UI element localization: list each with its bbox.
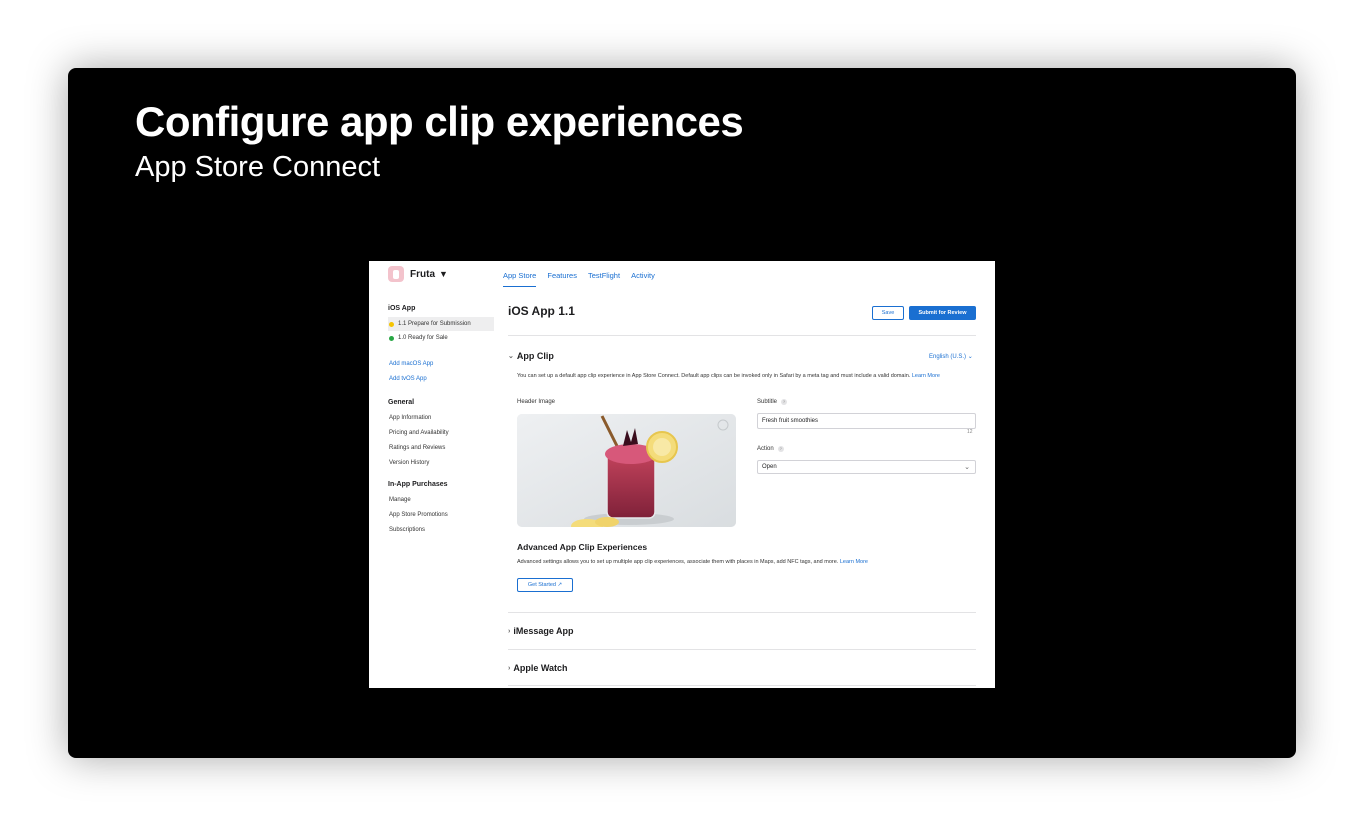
divider [508, 612, 976, 613]
help-icon[interactable]: ? [777, 446, 784, 452]
sidebar-item-pricing[interactable]: Pricing and Availability [388, 426, 494, 441]
section-header-apple-watch[interactable]: › Apple Watch [508, 663, 568, 673]
action-label-text: Action [757, 446, 774, 452]
chevron-down-icon: ⌄ [967, 354, 973, 360]
status-check-icon [389, 335, 394, 341]
subtitle-value: Fresh fruit smoothies [762, 418, 819, 424]
get-started-button[interactable]: Get Started ↗ [517, 578, 573, 592]
sidebar-item-ratings[interactable]: Ratings and Reviews [388, 441, 494, 456]
submit-for-review-button[interactable]: Submit for Review [909, 306, 976, 320]
description-text: You can set up a default app clip experi… [517, 373, 911, 379]
add-macos-app-link[interactable]: Add macOS App [388, 357, 494, 372]
sidebar-heading-iap: In-App Purchases [388, 481, 448, 488]
sidebar-heading-general: General [388, 399, 415, 406]
chevron-down-icon: ⌄ [964, 464, 970, 471]
action-select[interactable]: Open ⌄ [757, 460, 976, 474]
learn-more-link[interactable]: Learn More [912, 373, 940, 379]
sidebar-version-label: 1.1 Prepare for Submission [398, 321, 471, 327]
section-title: Apple Watch [513, 663, 568, 673]
sidebar-item-promotions[interactable]: App Store Promotions [388, 508, 494, 523]
advanced-section-title: Advanced App Clip Experiences [517, 542, 648, 552]
app-switcher[interactable]: Fruta ▼ [388, 266, 448, 282]
app-store-connect-screenshot: Fruta ▼ App Store Features TestFlight Ac… [369, 261, 995, 688]
advanced-description: Advanced settings allows you to set up m… [517, 559, 868, 565]
character-counter: 12 [967, 429, 973, 435]
tab-testflight[interactable]: TestFlight [588, 271, 620, 287]
sidebar-heading-ios: iOS App [388, 305, 416, 312]
divider [508, 649, 976, 650]
subtitle-label: Subtitle? [757, 399, 788, 405]
top-navigation: Fruta ▼ App Store Features TestFlight Ac… [369, 261, 995, 289]
app-name: Fruta [410, 268, 435, 280]
sidebar-item-manage[interactable]: Manage [388, 493, 494, 508]
divider [508, 335, 976, 336]
status-dot-icon [389, 321, 394, 327]
sidebar: iOS App 1.1 Prepare for Submission 1.0 R… [388, 305, 494, 538]
page-title: iOS App 1.1 [508, 304, 575, 318]
slide-subtitle: App Store Connect [135, 151, 381, 183]
save-button[interactable]: Save [872, 306, 904, 320]
action-value: Open [762, 464, 777, 470]
tab-bar: App Store Features TestFlight Activity [503, 271, 655, 287]
language-selector[interactable]: English (U.S.) ⌄ [929, 353, 973, 360]
section-header-app-clip[interactable]: ⌄ App Clip [508, 351, 554, 361]
learn-more-link[interactable]: Learn More [840, 559, 868, 565]
fruta-app-icon [388, 266, 404, 282]
advanced-description-text: Advanced settings allows you to set up m… [517, 559, 839, 565]
header-image-label: Header Image [517, 399, 556, 405]
section-header-imessage[interactable]: › iMessage App [508, 626, 574, 636]
help-icon[interactable]: ? [781, 399, 788, 405]
action-label: Action? [757, 446, 784, 452]
tab-activity[interactable]: Activity [631, 271, 655, 287]
chevron-right-icon: › [508, 627, 511, 635]
section-title: iMessage App [513, 626, 574, 636]
sidebar-item-subscriptions[interactable]: Subscriptions [388, 523, 494, 538]
app-clip-description: You can set up a default app clip experi… [517, 372, 977, 381]
section-title: App Clip [516, 351, 554, 361]
header-image[interactable] [517, 414, 736, 527]
divider [508, 685, 976, 686]
subtitle-label-text: Subtitle [757, 399, 778, 405]
sidebar-item-app-information[interactable]: App Information [388, 411, 494, 426]
sidebar-item-version-history[interactable]: Version History [388, 456, 494, 471]
tab-app-store[interactable]: App Store [503, 271, 537, 287]
slide-title: Configure app clip experiences [135, 98, 744, 145]
subtitle-input[interactable]: Fresh fruit smoothies [757, 413, 976, 429]
tab-features[interactable]: Features [547, 271, 577, 287]
language-label: English (U.S.) [929, 354, 967, 360]
sidebar-version-1-0[interactable]: 1.0 Ready for Sale [388, 331, 494, 345]
chevron-down-icon: ▼ [439, 269, 448, 279]
smoothie-photo [517, 414, 736, 527]
chevron-down-icon: ⌄ [508, 353, 514, 360]
sidebar-version-label: 1.0 Ready for Sale [398, 335, 448, 341]
add-tvos-app-link[interactable]: Add tvOS App [388, 372, 494, 387]
chevron-right-icon: › [508, 664, 511, 672]
presentation-slide: Configure app clip experiences App Store… [68, 68, 1296, 758]
sidebar-version-1-1[interactable]: 1.1 Prepare for Submission [388, 317, 494, 331]
